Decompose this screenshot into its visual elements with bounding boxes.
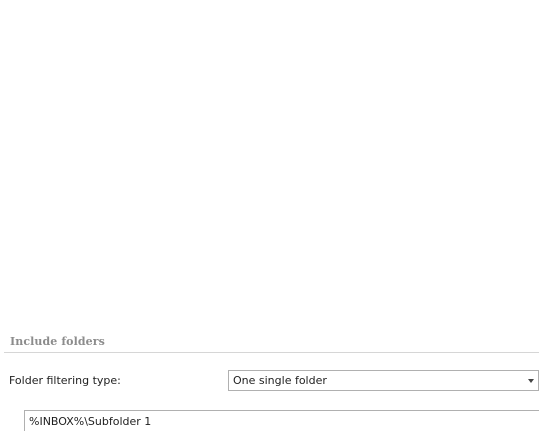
folder-filtering-type-label: Folder filtering type: xyxy=(9,374,121,387)
folder-filtering-type-value: One single folder xyxy=(233,374,327,387)
folder-path-value: %INBOX%\Subfolder 1 xyxy=(29,415,152,428)
folder-path-input[interactable]: %INBOX%\Subfolder 1 xyxy=(24,410,539,431)
dropdown-arrow-icon[interactable] xyxy=(528,379,534,383)
section-divider xyxy=(4,352,539,353)
section-title: Include folders xyxy=(10,335,105,348)
folder-filtering-type-select[interactable]: One single folder xyxy=(228,370,539,391)
